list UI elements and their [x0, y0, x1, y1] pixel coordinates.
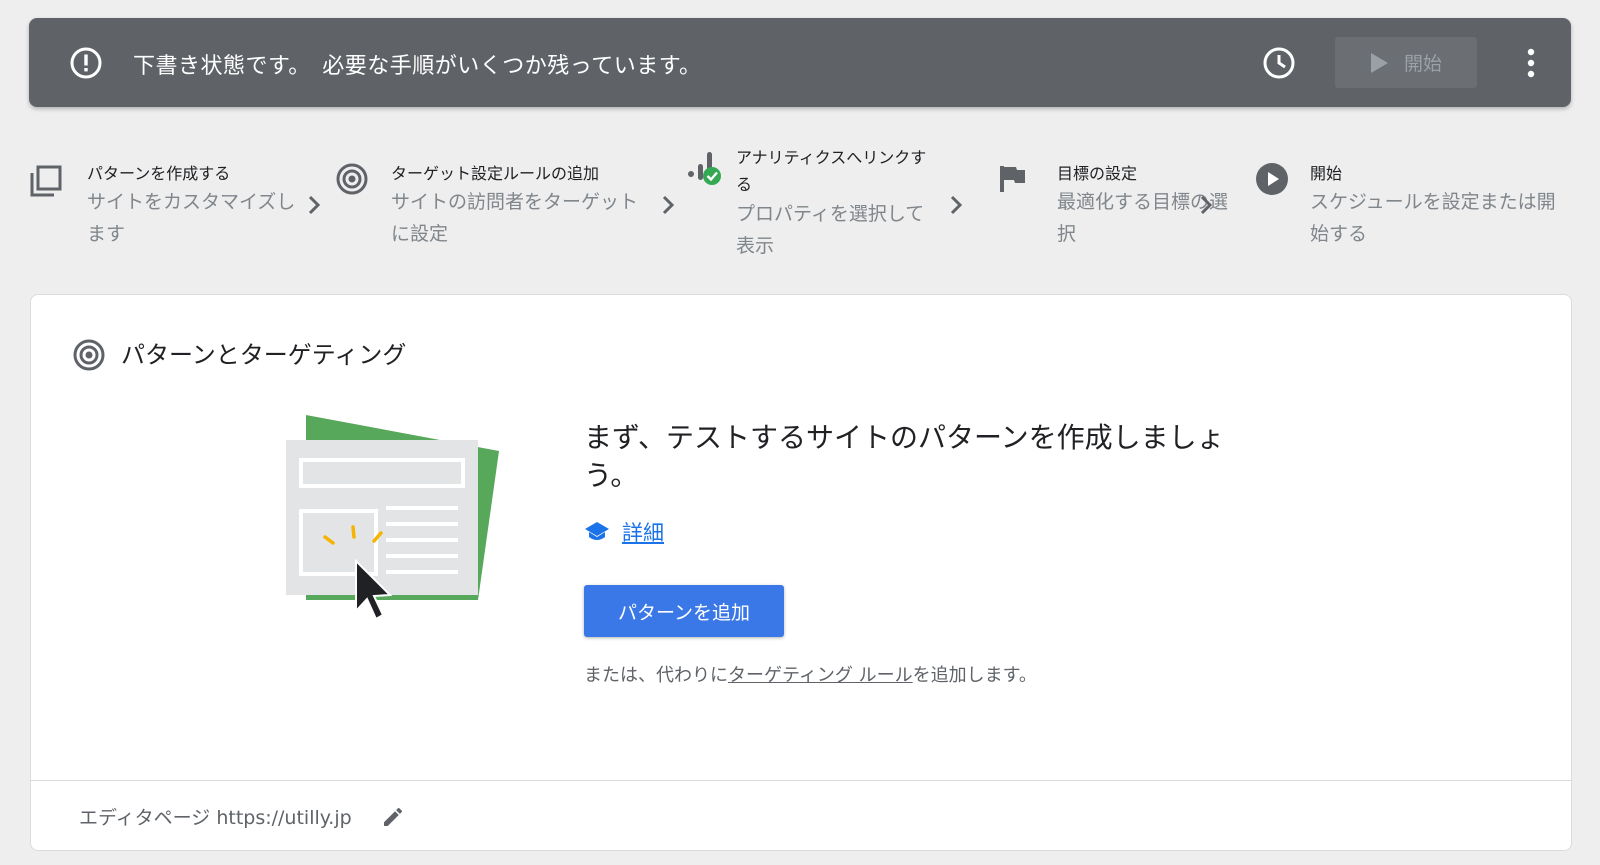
play-circle-icon — [1256, 163, 1288, 195]
target-icon — [336, 163, 368, 195]
alert-circle-icon — [70, 47, 102, 79]
setup-steps: パターンを作成する サイトをカスタマイズします ターゲット設定ルールの追加 サイ… — [29, 148, 1571, 266]
alternative-action-text: または、代わりにターゲティング ルールを追加します。 — [584, 661, 1037, 687]
edit-pencil-icon[interactable] — [381, 805, 405, 829]
chevron-right-icon — [308, 195, 321, 215]
step-link-analytics[interactable]: アナリティクスへリンクする プロパティを選択して表示 — [687, 144, 957, 257]
alt-suffix: を追加します。 — [912, 665, 1037, 686]
step-create-variant[interactable]: パターンを作成する サイトをカスタマイズします — [29, 156, 329, 266]
learn-more-link[interactable]: 詳細 — [622, 517, 664, 547]
learn-more-row: 詳細 — [584, 517, 664, 547]
draft-status-message: 下書き状態です。 必要な手順がいくつか残っています。 — [133, 54, 702, 79]
flag-icon — [1000, 166, 1025, 192]
play-icon — [1370, 52, 1388, 73]
targeting-rule-link[interactable]: ターゲティング ルール — [728, 665, 913, 686]
analytics-check-icon — [688, 152, 721, 185]
step-start[interactable]: 開始 スケジュールを設定または開始する — [1255, 156, 1565, 266]
more-vert-icon[interactable] — [1525, 46, 1537, 80]
empty-state-heading: まず、テストするサイトのパターンを作成しましょう。 — [584, 421, 1225, 492]
step-title: 目標の設定 — [1057, 164, 1138, 183]
start-button[interactable]: 開始 — [1335, 37, 1477, 88]
card-footer: エディタページ https://utilly.jp — [31, 780, 1571, 852]
add-variant-button[interactable]: パターンを追加 — [584, 585, 784, 637]
step-title: ターゲット設定ルールの追加 — [391, 164, 600, 183]
chevron-right-icon — [1200, 195, 1213, 215]
step-title: 開始 — [1310, 164, 1343, 183]
card-title: パターンとターゲティング — [121, 341, 407, 369]
graduation-cap-icon — [585, 522, 609, 540]
draft-status-banner: 下書き状態です。 必要な手順がいくつか残っています。 開始 — [29, 18, 1571, 107]
variants-icon — [30, 165, 62, 197]
step-description: スケジュールを設定または開始する — [1310, 191, 1556, 245]
variants-targeting-card: パターンとターゲティング まず、テストするサイトのパターンを作成しましょう。 詳… — [30, 294, 1572, 851]
target-icon — [73, 339, 105, 371]
chevron-right-icon — [662, 195, 675, 215]
chevron-right-icon — [950, 195, 963, 215]
step-description: プロパティを選択して表示 — [736, 203, 925, 257]
step-add-targeting[interactable]: ターゲット設定ルールの追加 サイトの訪問者をターゲットに設定 — [335, 156, 655, 266]
step-description: サイトの訪問者をターゲットに設定 — [391, 191, 639, 245]
step-description: サイトをカスタマイズします — [87, 191, 296, 245]
step-set-objectives[interactable]: 目標の設定 最適化する目標の選択 — [999, 156, 1228, 266]
start-button-label: 開始 — [1403, 53, 1442, 75]
step-title: アナリティクスへリンクする — [736, 148, 927, 194]
webpage-cursor-illustration — [286, 415, 499, 621]
clock-icon[interactable] — [1262, 46, 1296, 80]
alt-prefix: または、代わりに — [584, 665, 728, 686]
editor-page-url: エディタページ https://utilly.jp — [79, 807, 352, 829]
step-title: パターンを作成する — [87, 164, 231, 183]
